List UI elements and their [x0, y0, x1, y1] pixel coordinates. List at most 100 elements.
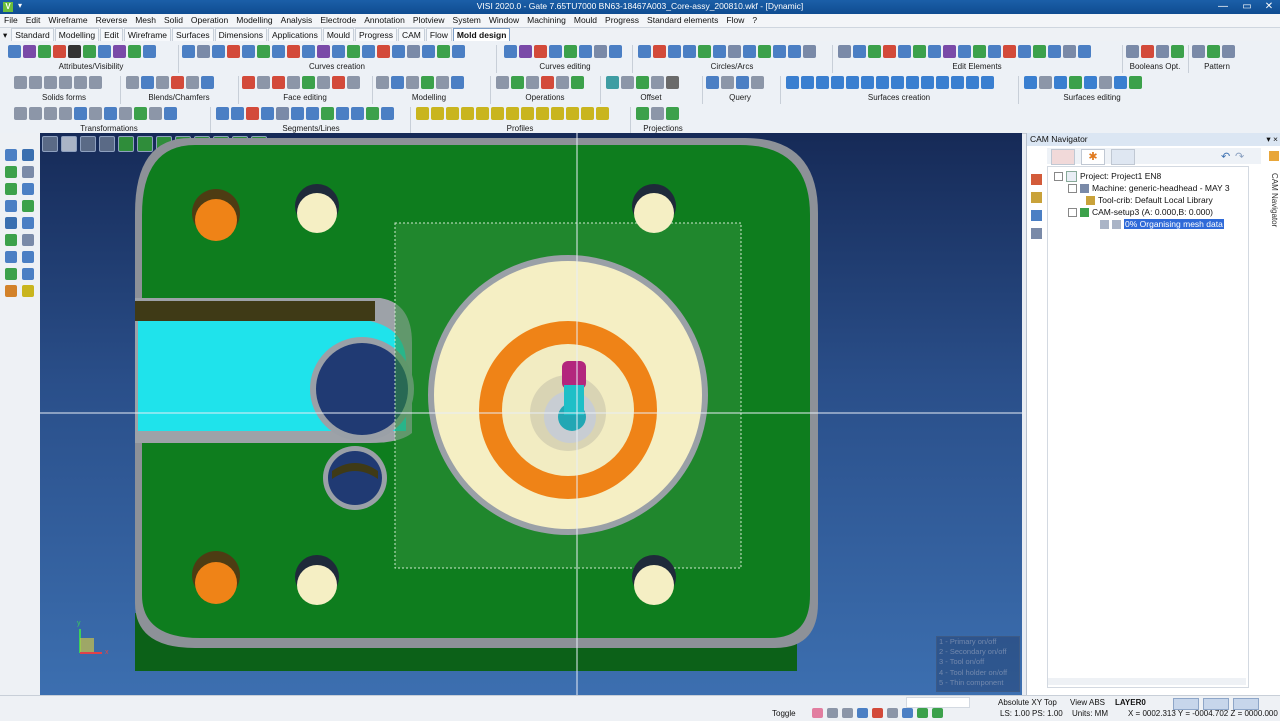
menu-window[interactable]: Window [485, 14, 523, 27]
tab-progress[interactable]: Progress [354, 28, 397, 41]
menu-system[interactable]: System [449, 14, 485, 27]
view-mode[interactable]: View ABS [1070, 697, 1105, 708]
face-editing-tool-icons[interactable] [242, 76, 368, 92]
blends-chamfers-tool-icons[interactable] [126, 76, 232, 92]
cube-tool-icon[interactable] [22, 234, 34, 246]
tab-wireframe[interactable]: Wireframe [123, 28, 172, 41]
maximize-button[interactable]: ▭ [1236, 0, 1258, 14]
modelling-tool-icons[interactable] [376, 76, 482, 92]
tree-status-item[interactable]: 0% Organising mesh data [1100, 219, 1224, 230]
menu-mesh[interactable]: Mesh [131, 14, 160, 27]
lock-tool-icon[interactable] [22, 183, 34, 195]
offset-tool-icons[interactable] [606, 76, 696, 92]
snap-icon[interactable] [902, 708, 913, 718]
surfaces-editing-tool-icons[interactable] [1024, 76, 1160, 92]
binoculars-icon[interactable] [1031, 210, 1042, 221]
curves-editing-tool-icons[interactable] [504, 45, 626, 61]
snap-icon[interactable] [827, 708, 838, 718]
menu-plotview[interactable]: Plotview [409, 14, 449, 27]
pattern-tool-icons[interactable] [1192, 45, 1242, 61]
undo-icon[interactable]: ↶ [1221, 150, 1230, 163]
menu-analysis[interactable]: Analysis [277, 14, 317, 27]
menu-flow[interactable]: Flow [722, 14, 748, 27]
tab-standard[interactable]: Standard [11, 28, 54, 41]
projections-tool-icons[interactable] [636, 107, 690, 123]
menu-solid[interactable]: Solid [160, 14, 187, 27]
cam-navigator-side-tab[interactable]: CAM Navigator [1267, 173, 1279, 303]
measure-tool-icon[interactable] [22, 251, 34, 263]
cad-viewport[interactable]: x y 1 - Primary on/off 2 - Secondary on/… [40, 133, 1022, 695]
menu-annotation[interactable]: Annotation [360, 14, 409, 27]
tab-edit[interactable]: Edit [100, 28, 123, 41]
menu-modelling[interactable]: Modelling [232, 14, 276, 27]
panel-pin-close[interactable]: ▾ × [1266, 133, 1278, 146]
menu-help[interactable]: ? [748, 14, 761, 27]
snap-icon[interactable] [887, 708, 898, 718]
edit-elements-tool-icons[interactable] [838, 45, 1116, 61]
collapse-icon[interactable] [1068, 208, 1077, 218]
surfaces-creation-tool-icons[interactable] [786, 76, 1012, 92]
tree-machine[interactable]: Machine: generic-headhead - MAY 3 [1068, 183, 1230, 194]
snap-icon[interactable] [857, 708, 868, 718]
tab-cam[interactable]: CAM [398, 28, 425, 41]
layer-tool-icon[interactable] [22, 200, 34, 212]
menu-wireframe[interactable]: Wireframe [44, 14, 91, 27]
select-tool-icon[interactable] [5, 149, 17, 161]
pin-tool-icon[interactable] [22, 166, 34, 178]
tab-project-icon[interactable] [1051, 149, 1075, 165]
layer-name[interactable]: LAYER0 [1115, 697, 1146, 708]
tree-toolcrib[interactable]: Tool-crib: Default Local Library [1086, 195, 1213, 206]
list-icon[interactable] [1031, 228, 1042, 239]
tab-surfaces[interactable]: Surfaces [172, 28, 214, 41]
menu-standard-elements[interactable]: Standard elements [643, 14, 722, 27]
tab-modelling[interactable]: Modelling [54, 28, 100, 41]
tab-dimensions[interactable]: Dimensions [214, 28, 267, 41]
curves-creation-tool-icons[interactable] [182, 45, 492, 61]
toolbox-icon[interactable] [1031, 192, 1042, 203]
redo-icon[interactable]: ↷ [1235, 150, 1244, 163]
tree-cam-setup[interactable]: CAM-setup3 (A: 0.000,B: 0.000) [1068, 207, 1213, 218]
menu-reverse[interactable]: Reverse [92, 14, 132, 27]
query-tool-icon[interactable] [5, 251, 17, 263]
pencil-tool-icon[interactable] [5, 200, 17, 212]
segments-lines-tool-icons[interactable] [216, 107, 406, 123]
coord-mode[interactable]: Absolute XY Top [998, 697, 1057, 708]
attributes-tool-icons[interactable] [8, 45, 174, 61]
edit-tool-icon[interactable] [5, 217, 17, 229]
menu-machining[interactable]: Machining [523, 14, 570, 27]
options-icon[interactable] [1269, 151, 1279, 161]
collapse-icon[interactable] [1068, 184, 1077, 194]
box-tool-icon[interactable] [5, 166, 17, 178]
tab-mold-design[interactable]: Mold design [452, 28, 511, 41]
tab-flow[interactable]: Flow [425, 28, 452, 41]
wand-tool-icon[interactable] [22, 217, 34, 229]
tree-project[interactable]: Project: Project1 EN8 [1054, 171, 1161, 183]
snap-icon[interactable] [917, 708, 928, 718]
menu-file[interactable]: File [0, 14, 22, 27]
circles-arcs-tool-icons[interactable] [638, 45, 826, 61]
hand-tool-icon[interactable] [22, 285, 34, 297]
menu-mould[interactable]: Mould [570, 14, 601, 27]
profiles-tool-icons[interactable] [416, 107, 624, 123]
snap-icon[interactable] [842, 708, 853, 718]
menu-electrode[interactable]: Electrode [316, 14, 360, 27]
machine-icon[interactable] [1031, 174, 1042, 185]
menu-edit[interactable]: Edit [22, 14, 45, 27]
snap-icon[interactable] [812, 708, 823, 718]
tree-scrollbar[interactable] [1048, 678, 1246, 685]
transformations-tool-icons[interactable] [14, 107, 204, 123]
snap-icon[interactable] [872, 708, 883, 718]
operations-tool-icons[interactable] [496, 76, 594, 92]
tab-tools-icon[interactable] [1111, 149, 1135, 165]
rotate-tool-icon[interactable] [5, 234, 17, 246]
cross-tool-icon[interactable] [22, 149, 34, 161]
minimize-button[interactable]: — [1212, 0, 1234, 14]
attribute-tool-icon[interactable] [5, 268, 17, 280]
toggle-label[interactable]: Toggle [772, 708, 796, 720]
menu-progress[interactable]: Progress [601, 14, 643, 27]
command-input[interactable] [906, 697, 970, 708]
query-tool-icons[interactable] [706, 76, 774, 92]
snap-icon[interactable] [932, 708, 943, 718]
booleans-tool-icons[interactable] [1126, 45, 1184, 61]
tab-settings-gear-icon[interactable]: ✱ [1081, 149, 1105, 165]
